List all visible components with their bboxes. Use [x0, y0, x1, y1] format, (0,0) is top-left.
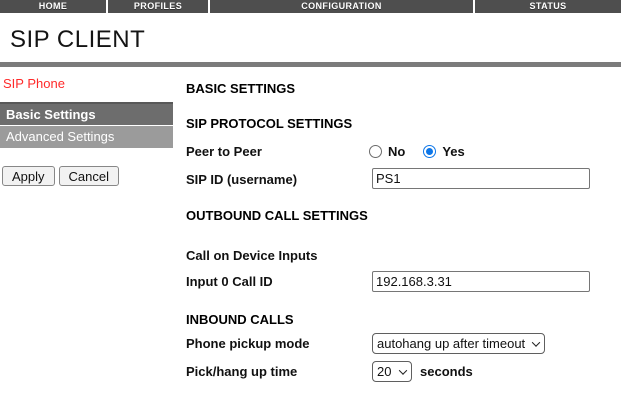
divider-bar: [0, 62, 621, 67]
sidebar-menu: Basic Settings Advanced Settings: [0, 102, 173, 148]
label-peer-to-peer: Peer to Peer: [186, 144, 262, 159]
nav-item-configuration[interactable]: CONFIGURATION: [210, 0, 473, 13]
sidebar-item-advanced-settings[interactable]: Advanced Settings: [0, 126, 173, 148]
nav-item-home[interactable]: HOME: [0, 0, 106, 13]
label-call-on-device-inputs: Call on Device Inputs: [186, 248, 317, 263]
sidebar-button-row: Apply Cancel: [2, 166, 119, 186]
phone-pickup-mode-value: autohang up after timeout: [377, 336, 525, 351]
label-sip-id: SIP ID (username): [186, 172, 297, 187]
chevron-down-icon: [399, 366, 407, 374]
sidebar-link-sip-phone[interactable]: SIP Phone: [3, 76, 65, 91]
cancel-button[interactable]: Cancel: [59, 166, 119, 186]
radio-yes[interactable]: [423, 145, 436, 158]
peer-to-peer-radio-group: No Yes: [369, 144, 465, 159]
page-title: SIP CLIENT: [10, 26, 145, 54]
heading-sip-protocol-settings: SIP PROTOCOL SETTINGS: [186, 116, 352, 131]
top-nav: HOME PROFILES CONFIGURATION STATUS: [0, 0, 621, 13]
radio-no[interactable]: [369, 145, 382, 158]
pick-hang-up-time-value: 20: [377, 364, 391, 379]
pick-hang-up-time-select[interactable]: 20: [372, 361, 412, 382]
heading-inbound-calls: INBOUND CALLS: [186, 312, 294, 327]
heading-outbound-call-settings: OUTBOUND CALL SETTINGS: [186, 208, 368, 223]
sidebar-item-basic-settings[interactable]: Basic Settings: [0, 104, 173, 126]
nav-item-status[interactable]: STATUS: [475, 0, 621, 13]
phone-pickup-mode-select[interactable]: autohang up after timeout: [372, 333, 545, 354]
seconds-suffix-label: seconds: [420, 364, 473, 379]
label-pick-hang-up-time: Pick/hang up time: [186, 364, 297, 379]
label-phone-pickup-mode: Phone pickup mode: [186, 336, 310, 351]
chevron-down-icon: [532, 338, 540, 346]
radio-yes-label[interactable]: Yes: [442, 144, 464, 159]
heading-basic-settings: BASIC SETTINGS: [186, 81, 295, 96]
input0-call-id-input[interactable]: [372, 271, 590, 292]
apply-button[interactable]: Apply: [2, 166, 55, 186]
nav-item-profiles[interactable]: PROFILES: [108, 0, 208, 13]
sip-id-input[interactable]: [372, 168, 590, 189]
radio-no-label[interactable]: No: [388, 144, 405, 159]
label-input0-call-id: Input 0 Call ID: [186, 274, 273, 289]
